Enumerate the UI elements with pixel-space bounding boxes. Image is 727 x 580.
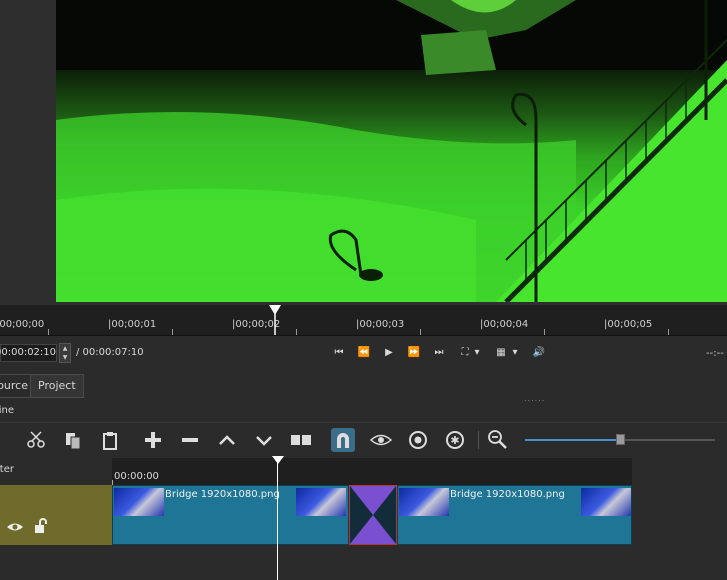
append-icon[interactable] — [141, 428, 165, 452]
timeline-ruler[interactable]: 00:00:00 — [112, 458, 632, 485]
rewind-button[interactable]: ⏪ — [355, 344, 373, 362]
preview-frame-image — [56, 0, 727, 302]
time-ruler[interactable]: |00;00;00 |00;00;01 |00;00;02 |00;00;03 … — [0, 305, 727, 336]
video-preview — [56, 0, 727, 302]
snap-icon[interactable] — [331, 428, 355, 452]
ruler-playhead[interactable] — [268, 305, 282, 335]
grid-icon[interactable]: ▦ — [492, 344, 510, 362]
eye-icon[interactable] — [6, 520, 24, 534]
clip[interactable]: Bridge 1920x1080.png — [397, 485, 632, 545]
skip-to-end-button[interactable]: ⏭ — [430, 344, 448, 362]
playhead-line[interactable] — [277, 458, 278, 580]
timeline-dock-title: Timeline — [0, 405, 14, 416]
toolbar-separator — [478, 431, 479, 449]
position-text: 00:00:02:10 — [0, 347, 57, 358]
zoom-slider[interactable] — [525, 434, 715, 445]
clip-thumbnail — [114, 488, 164, 516]
paste-icon[interactable] — [98, 428, 122, 452]
spin-down-icon[interactable]: ▼ — [60, 353, 70, 362]
clip-thumbnail — [581, 488, 631, 516]
lock-icon[interactable] — [33, 518, 49, 534]
position-spinner[interactable]: ▲ ▼ — [59, 343, 71, 363]
svg-text:✱: ✱ — [450, 434, 459, 447]
ruler-label: |00;00;01 — [108, 319, 157, 330]
dock-grip-icon[interactable]: ...... — [524, 394, 545, 403]
split-icon[interactable] — [289, 428, 313, 452]
zoom-out-icon[interactable] — [486, 428, 510, 452]
fast-forward-button[interactable]: ⏩ — [405, 344, 423, 362]
spin-up-icon[interactable]: ▲ — [60, 344, 70, 353]
ruler-label: |00;00;03 — [356, 319, 405, 330]
transition-icon — [350, 486, 396, 544]
ruler-label: |00;00;04 — [480, 319, 529, 330]
ripple-all-icon[interactable]: ✱ — [443, 428, 467, 452]
zoom-dropdown-icon[interactable]: ▾ — [471, 344, 483, 362]
overwrite-icon[interactable] — [252, 428, 276, 452]
timeline-toolbar: ✱ — [0, 422, 727, 457]
position-field[interactable]: 00:00:02:10 — [0, 344, 57, 362]
grid-dropdown-icon[interactable]: ▾ — [509, 344, 521, 362]
timecode-right: --:-- — [706, 348, 724, 359]
clip-thumbnail — [296, 488, 346, 516]
playhead-marker[interactable] — [272, 456, 284, 465]
zoom-slider-handle[interactable] — [616, 434, 626, 445]
track-header[interactable] — [0, 485, 112, 545]
copy-icon[interactable] — [61, 428, 85, 452]
duration-text: / 00:00:07:10 — [76, 347, 144, 358]
tab-source-label: Source — [0, 379, 28, 392]
clip-thumbnail — [399, 488, 449, 516]
timeline-time-label: 00:00:00 — [114, 471, 159, 482]
remove-icon[interactable] — [178, 428, 202, 452]
ripple-icon[interactable] — [406, 428, 430, 452]
tab-project-label: Project — [38, 379, 76, 392]
transition[interactable] — [349, 485, 397, 545]
ruler-label: |00;00;00 — [0, 319, 45, 330]
clip-label: Bridge 1920x1080.png — [450, 489, 565, 500]
play-button[interactable]: ▶ — [380, 344, 398, 362]
clip[interactable]: Bridge 1920x1080.png — [112, 485, 349, 545]
tab-bar: Source Project — [0, 372, 727, 398]
master-label: Master — [0, 464, 14, 475]
tab-project[interactable]: Project — [30, 374, 84, 398]
ruler-label: |00;00;05 — [604, 319, 653, 330]
clip-label: Bridge 1920x1080.png — [165, 489, 280, 500]
cut-icon[interactable] — [24, 428, 48, 452]
video-track[interactable]: Bridge 1920x1080.png Bridge 1920x1080.pn… — [112, 485, 632, 545]
volume-icon[interactable]: 🔊 — [530, 344, 548, 362]
skip-to-start-button[interactable]: ⏮ — [330, 344, 348, 362]
lift-icon[interactable] — [215, 428, 239, 452]
scrub-icon[interactable] — [369, 428, 393, 452]
transport-bar: 00:00:02:10 ▲ ▼ / 00:00:07:10 ⏮ ⏪ ▶ ⏩ ⏭ … — [0, 336, 727, 370]
